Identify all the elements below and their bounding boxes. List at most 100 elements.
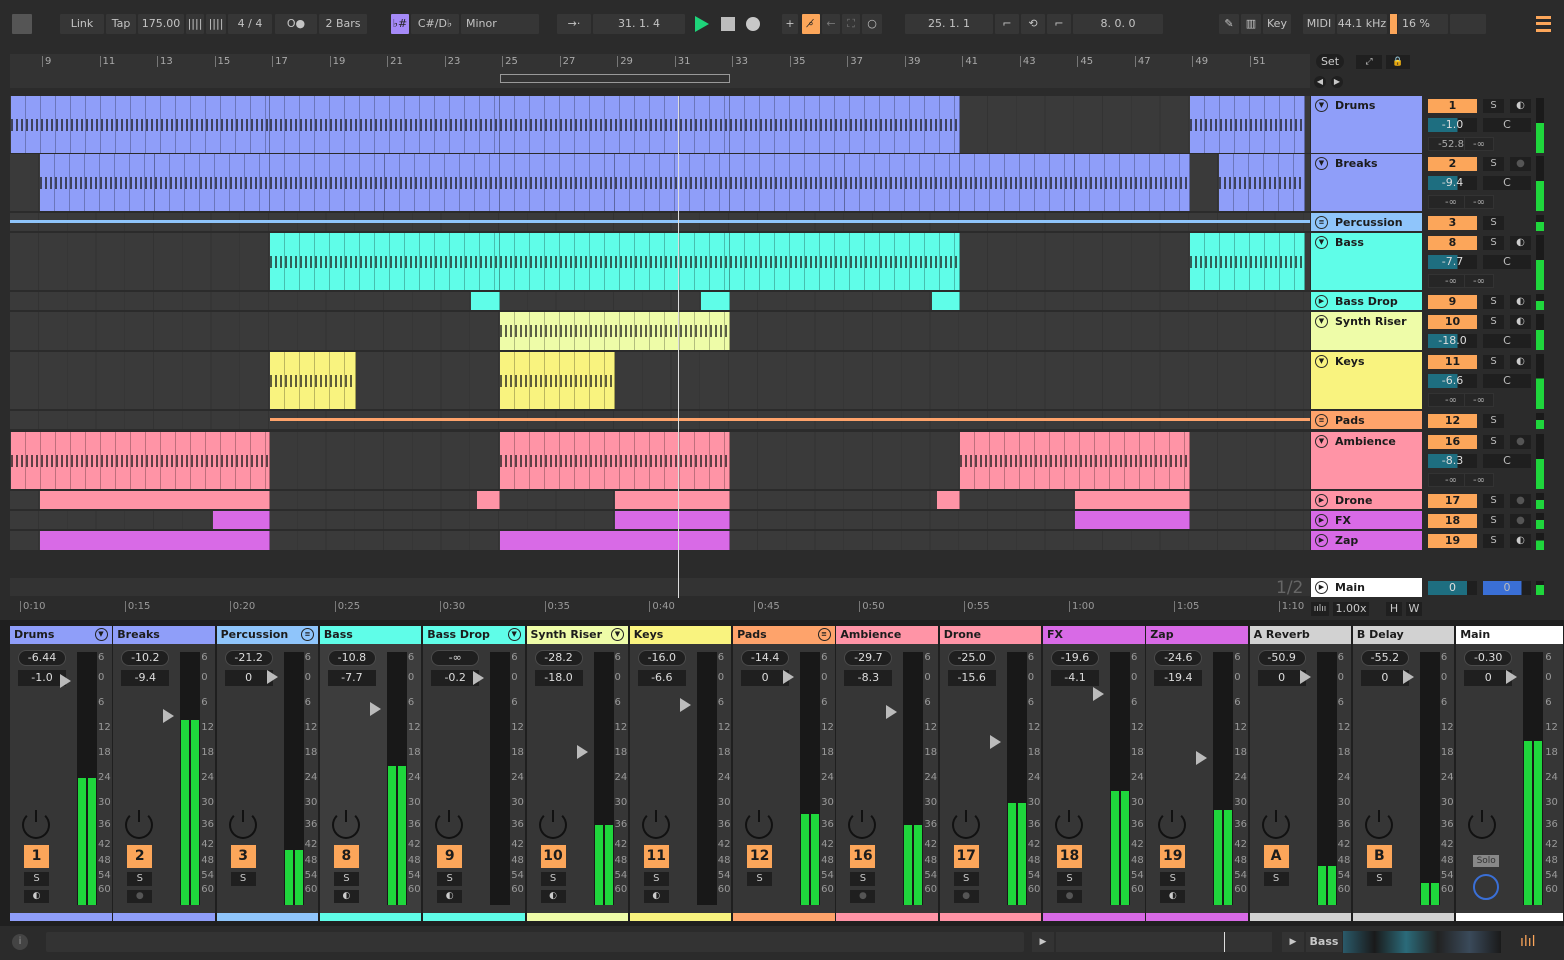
loop-brace[interactable] xyxy=(500,74,731,83)
monitor-icon[interactable]: ◐ xyxy=(437,890,463,903)
playhead[interactable] xyxy=(678,96,680,598)
track-activator[interactable]: 1 xyxy=(24,845,49,868)
solo-button[interactable]: S xyxy=(1483,534,1504,548)
solo-button[interactable]: S xyxy=(1483,355,1504,369)
peak-level[interactable]: -6.44 xyxy=(18,650,66,666)
volume-fader-handle[interactable] xyxy=(989,735,1001,749)
arrangement-clip[interactable] xyxy=(615,491,731,509)
strip-header[interactable]: Drone xyxy=(939,626,1042,644)
track-activator[interactable]: 18 xyxy=(1057,845,1082,868)
track-activator[interactable]: 17 xyxy=(1428,494,1477,508)
fold-icon[interactable]: ▼ xyxy=(507,628,521,641)
prev-locator-icon[interactable]: ◀ xyxy=(1314,76,1326,88)
pan-field[interactable]: C xyxy=(1483,334,1531,348)
volume-field[interactable]: 0 xyxy=(224,670,273,686)
solo-button[interactable]: S xyxy=(643,872,669,886)
track-activator[interactable]: 9 xyxy=(1428,295,1477,309)
solo-button[interactable]: S xyxy=(1483,514,1504,528)
track-lane[interactable] xyxy=(10,352,1310,411)
monitor-icon[interactable]: ◐ xyxy=(333,890,359,903)
arrangement-clip[interactable] xyxy=(1190,233,1306,290)
track-activator[interactable]: 16 xyxy=(850,845,876,868)
track-lane[interactable] xyxy=(10,292,1310,312)
tap-button[interactable]: Tap xyxy=(106,14,136,34)
arrangement-clip[interactable] xyxy=(960,432,1191,489)
back-to-arrangement-icon[interactable]: ← xyxy=(822,14,840,34)
track-header-ambience[interactable]: ▼ Ambience xyxy=(1311,432,1422,489)
strip-header[interactable]: A Reverb xyxy=(1249,626,1352,644)
cpu-load[interactable]: 16 % xyxy=(1398,14,1448,34)
track-activator[interactable]: A xyxy=(1263,845,1289,868)
solo-button[interactable]: S xyxy=(1366,872,1392,886)
track-header-drums[interactable]: ▼ Drums xyxy=(1311,96,1422,153)
group-icon[interactable]: ≡ xyxy=(817,628,831,641)
arrangement-clip[interactable] xyxy=(500,531,731,550)
monitor-icon[interactable]: ◐ xyxy=(1510,99,1531,113)
arrangement-clip[interactable] xyxy=(500,352,616,409)
arm-button[interactable]: ● xyxy=(850,890,876,903)
volume-fader-handle[interactable] xyxy=(266,670,278,684)
mixer-toggle-icon[interactable]: ılıl xyxy=(1520,934,1536,950)
play-icon[interactable] xyxy=(695,16,709,32)
stop-icon[interactable] xyxy=(721,17,735,31)
strip-header[interactable]: B Delay xyxy=(1352,626,1455,644)
next-locator-icon[interactable]: ▶ xyxy=(1331,76,1343,88)
fit-width-button[interactable]: W xyxy=(1406,602,1422,616)
volume-field[interactable]: -18.0 xyxy=(534,670,583,686)
monitor-icon[interactable]: ◐ xyxy=(643,890,669,903)
arm-button[interactable]: ● xyxy=(127,890,153,903)
arrangement-clip[interactable] xyxy=(500,312,731,350)
track-header-main[interactable]: ▶ Main xyxy=(1311,578,1422,597)
info-icon[interactable]: i xyxy=(12,934,28,950)
fit-height-button[interactable]: H xyxy=(1386,602,1402,616)
monitor-icon[interactable]: ◐ xyxy=(1510,295,1531,309)
arm-button[interactable]: ● xyxy=(1510,435,1531,449)
arrangement-clip[interactable] xyxy=(385,154,501,211)
arrangement-clip[interactable] xyxy=(471,292,501,310)
solo-button[interactable]: S xyxy=(1160,872,1186,886)
track-activator[interactable]: 10 xyxy=(540,845,566,868)
track-activator[interactable]: 3 xyxy=(1428,216,1477,230)
arrangement-clip[interactable] xyxy=(615,154,731,211)
peak-level[interactable]: -10.2 xyxy=(121,650,170,666)
keyboard-icon[interactable]: ▥ xyxy=(1241,14,1261,34)
expand-icon[interactable]: ⤢ xyxy=(1356,55,1382,69)
arrangement-clip[interactable] xyxy=(500,154,616,211)
volume-field[interactable]: -1.0 xyxy=(18,670,66,686)
volume-field[interactable]: -6.6 xyxy=(637,670,686,686)
automation-arm-icon[interactable]: ∘̸ xyxy=(802,14,820,34)
track-header-zap[interactable]: ▶ Zap xyxy=(1311,531,1422,550)
punch-out-icon[interactable]: ⌐ xyxy=(1047,14,1071,34)
fold-icon[interactable]: ▼ xyxy=(1315,355,1328,368)
peak-level[interactable]: -0.30 xyxy=(1464,650,1513,666)
send-b-field[interactable]: -∞ xyxy=(1464,274,1494,288)
arm-button[interactable]: ● xyxy=(1510,157,1531,171)
volume-field[interactable]: -9.4 xyxy=(1428,176,1477,190)
monitor-icon[interactable]: ◐ xyxy=(1510,534,1531,548)
track-activator[interactable]: 19 xyxy=(1160,845,1186,868)
group-icon[interactable]: ≡ xyxy=(301,628,315,641)
track-activator[interactable]: 8 xyxy=(333,845,359,868)
peak-level[interactable]: -24.6 xyxy=(1154,650,1203,666)
monitor-icon[interactable]: ◐ xyxy=(24,890,49,903)
solo-button[interactable]: S xyxy=(437,872,463,886)
set-button[interactable]: Set xyxy=(1316,54,1344,69)
track-activator[interactable]: 17 xyxy=(953,845,979,868)
pan-field[interactable]: C xyxy=(1483,374,1531,388)
strip-header[interactable]: Bass xyxy=(319,626,422,644)
arrangement-clip[interactable] xyxy=(1075,154,1191,211)
arrangement-clip[interactable] xyxy=(155,154,271,211)
arrangement-clip[interactable] xyxy=(1075,491,1191,509)
solo-button[interactable]: S xyxy=(1483,435,1504,449)
solo-button[interactable]: S xyxy=(1483,236,1504,250)
arrangement-clip[interactable] xyxy=(845,154,961,211)
volume-fader-handle[interactable] xyxy=(1196,750,1208,765)
solo-button[interactable]: S xyxy=(230,872,256,886)
volume-field[interactable]: -15.6 xyxy=(947,670,996,686)
waveform-zoom-icon[interactable]: ıılıı xyxy=(1311,602,1329,616)
track-activator[interactable]: 11 xyxy=(643,845,669,868)
volume-field[interactable]: -6.6 xyxy=(1428,374,1477,388)
volume-fader-handle[interactable] xyxy=(1402,670,1414,684)
arrangement-clip[interactable] xyxy=(212,511,271,529)
solo-button[interactable]: S xyxy=(1057,872,1082,886)
